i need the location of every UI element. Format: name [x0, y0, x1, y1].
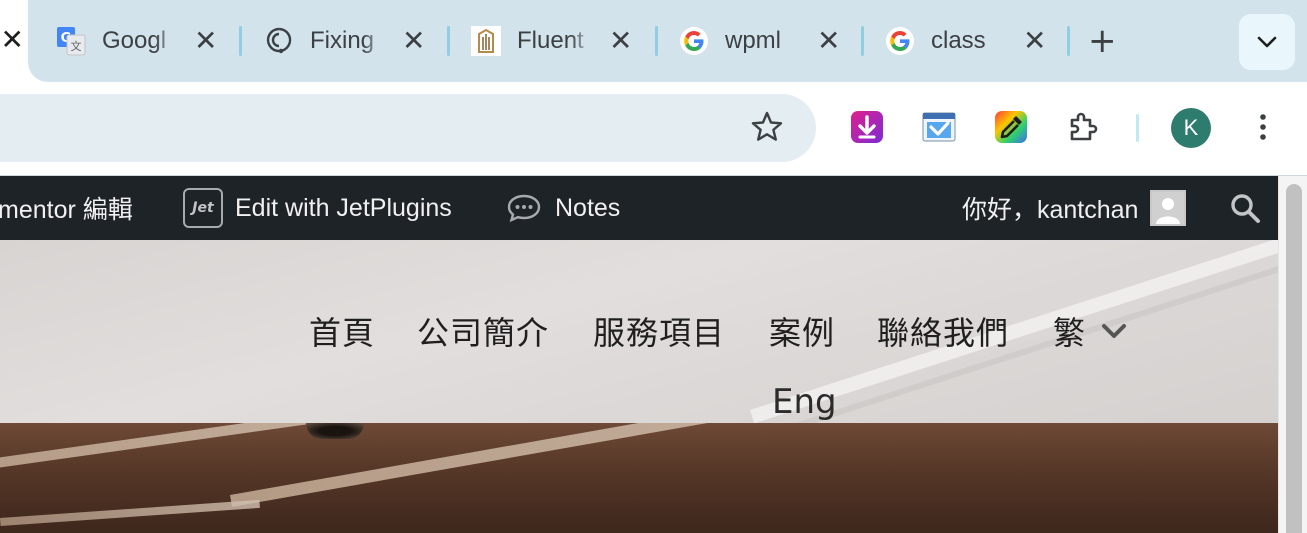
ceiling-trim-decoration: [0, 499, 260, 526]
download-extension-icon[interactable]: [850, 110, 884, 144]
hero-image: [0, 423, 1278, 533]
site-navigation: 首頁 公司簡介 服務項目 案例 聯絡我們 繁: [0, 308, 1278, 358]
admin-bar-search[interactable]: [1229, 176, 1261, 240]
nav-item-services[interactable]: 服務項目: [593, 308, 725, 354]
color-picker-extension-icon[interactable]: [994, 110, 1028, 144]
tab-title: Googl: [102, 27, 167, 54]
search-icon: [1231, 194, 1260, 223]
tab-search-button[interactable]: [1239, 14, 1295, 70]
fluent-site-icon: [471, 26, 501, 56]
jetplugins-label: Edit with JetPlugins: [235, 193, 452, 222]
screenshot-extension-icon[interactable]: [922, 110, 956, 144]
tab-wpml[interactable]: wpml ✕: [679, 18, 840, 64]
page-viewport: mentor 編輯 Jet Edit with JetPlugins Notes…: [0, 176, 1307, 533]
tab-separator: [447, 26, 450, 56]
active-tab-corner: [28, 62, 48, 82]
language-switcher-current[interactable]: 繁: [1053, 308, 1086, 354]
chevron-down-icon: [1257, 36, 1277, 48]
greeting-label: 你好，kantchan: [962, 196, 1139, 224]
tab-close-button[interactable]: ✕: [609, 27, 632, 55]
jet-logo-icon: Jet: [183, 188, 223, 228]
notes-label: Notes: [555, 193, 621, 222]
address-bar[interactable]: [0, 94, 816, 162]
ceiling-trim-decoration: [230, 423, 1278, 507]
github-copilot-icon: [264, 26, 294, 56]
ceiling-light-decoration: [306, 423, 364, 439]
language-option-english[interactable]: Eng: [772, 382, 837, 422]
profile-avatar[interactable]: K: [1171, 108, 1211, 148]
page-scrollbar[interactable]: [1278, 176, 1307, 533]
google-translate-icon: G 文: [56, 26, 86, 56]
tab-fluent[interactable]: Fluent ✕: [471, 18, 632, 64]
extensions-puzzle-icon[interactable]: [1066, 110, 1100, 144]
tab-close-button[interactable]: ✕: [1023, 27, 1046, 55]
active-tab[interactable]: ✕: [0, 0, 28, 82]
admin-bar-elementor-edit[interactable]: mentor 編輯: [0, 176, 133, 240]
tab-strip: ✕ G 文 Googl ✕ Fixing ✕ Fluent ✕ wpml ✕ c…: [0, 0, 1307, 82]
tab-class[interactable]: class ✕: [885, 18, 1046, 64]
tab-separator: [239, 26, 242, 56]
browser-toolbar: K: [0, 82, 1307, 175]
wp-admin-bar: mentor 編輯 Jet Edit with JetPlugins Notes…: [0, 176, 1278, 240]
admin-bar-notes[interactable]: Notes: [507, 176, 620, 240]
nav-item-contact[interactable]: 聯絡我們: [877, 308, 1009, 354]
user-avatar: [1150, 190, 1187, 226]
tab-fixing[interactable]: Fixing ✕: [264, 18, 425, 64]
google-icon: [679, 26, 709, 56]
new-tab-button[interactable]: +: [1088, 22, 1117, 60]
toolbar-separator: [1136, 114, 1139, 142]
tab-title: Fluent: [517, 27, 584, 54]
tab-separator: [655, 26, 658, 56]
nav-item-cases[interactable]: 案例: [769, 308, 835, 354]
nav-item-about[interactable]: 公司簡介: [417, 308, 549, 354]
nav-item-home[interactable]: 首頁: [309, 308, 375, 354]
tab-close-button[interactable]: ✕: [194, 27, 217, 55]
scrollbar-thumb[interactable]: [1286, 184, 1302, 533]
tab-title: wpml: [725, 27, 782, 54]
bookmark-star-icon[interactable]: [750, 110, 784, 144]
svg-text:文: 文: [71, 39, 82, 53]
tab-close-button[interactable]: ✕: [402, 27, 425, 55]
tab-separator: [1067, 26, 1070, 56]
tab-close-button[interactable]: ✕: [817, 27, 840, 55]
admin-bar-my-account[interactable]: 你好，kantchan: [962, 176, 1187, 240]
speech-bubble-icon: [507, 194, 541, 223]
tab-title: Fixing: [310, 27, 375, 54]
tab-title: class: [931, 27, 986, 54]
google-icon: [885, 26, 915, 56]
admin-bar-jetplugins-edit[interactable]: Jet Edit with JetPlugins: [183, 176, 452, 240]
more-menu-icon[interactable]: [1252, 110, 1274, 144]
active-tab-close-button[interactable]: ✕: [1, 26, 24, 54]
elementor-edit-label: mentor 編輯: [0, 196, 133, 224]
chevron-down-icon[interactable]: [1100, 322, 1128, 342]
tab-google-translate[interactable]: G 文 Googl ✕: [56, 18, 217, 64]
tab-separator: [861, 26, 864, 56]
